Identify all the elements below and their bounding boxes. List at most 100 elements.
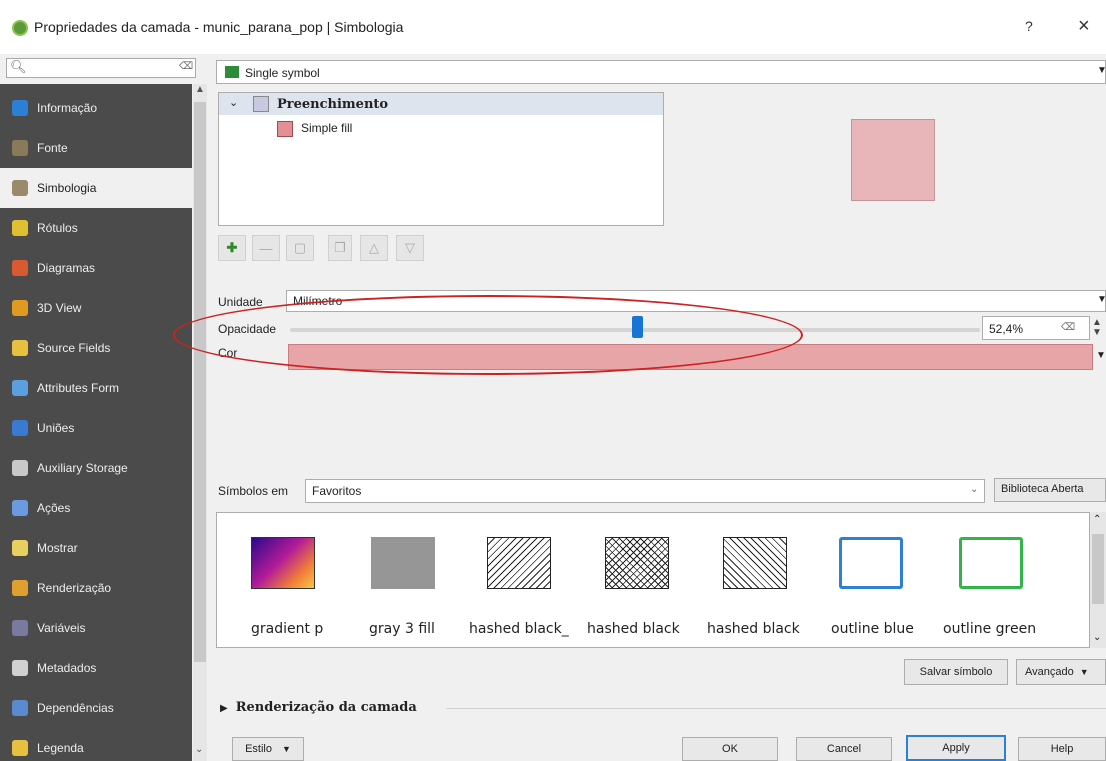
spin-arrows-icon[interactable]: ▲ ▼: [1092, 318, 1102, 338]
duplicate-icon: ❐: [334, 240, 346, 255]
apply-button[interactable]: Apply: [906, 735, 1006, 761]
symbol-swatch-hash-diag[interactable]: [487, 537, 551, 589]
single-symbol-icon: [225, 66, 239, 78]
advanced-button[interactable]: Avançado ▼: [1016, 659, 1106, 685]
sidebar-item-label: Uniões: [37, 421, 75, 435]
close-icon[interactable]: ×: [1078, 15, 1090, 38]
symbol-swatch-gray[interactable]: [371, 537, 435, 589]
scrollbar-thumb[interactable]: [1092, 534, 1104, 604]
sidebar-item-diagram[interactable]: Diagramas: [0, 248, 192, 288]
symbol-gallery: gradient p gray 3 fill hashed black_ hashed…: [216, 512, 1090, 648]
sidebar-item-fields[interactable]: Source Fields: [0, 328, 192, 368]
sidebar-item-label: Renderização: [37, 581, 112, 595]
symbol-swatch-gradient[interactable]: [251, 537, 315, 589]
actions-icon: [12, 500, 28, 516]
help-button[interactable]: Help: [1018, 737, 1106, 761]
open-library-button[interactable]: Biblioteca Aberta: [994, 478, 1106, 502]
clear-icon[interactable]: ⌫: [1061, 322, 1075, 333]
render-icon: [12, 580, 28, 596]
add-layer-button[interactable]: ✚: [218, 235, 246, 261]
scroll-down-icon[interactable]: ⌄: [1093, 632, 1101, 643]
sidebar-item-metadata[interactable]: Metadados: [0, 648, 192, 688]
add-layer-icon: ✚: [226, 240, 238, 255]
scrollbar-thumb[interactable]: [194, 102, 206, 662]
tree-root-row[interactable]: ⌄ Preenchimento: [219, 93, 663, 115]
symbol-swatch-hash-back[interactable]: [723, 537, 787, 589]
scroll-down-icon[interactable]: ⌄: [195, 744, 203, 755]
sidebar-item-label: Diagramas: [37, 261, 96, 275]
style-label: Estilo: [245, 743, 272, 755]
sidebar-item-source[interactable]: Fonte: [0, 128, 192, 168]
symbol-swatch-outline[interactable]: [959, 537, 1023, 589]
help-icon[interactable]: ?: [1025, 18, 1033, 34]
symbol-group-select[interactable]: Favoritos ⌄: [305, 479, 985, 503]
move-down-icon: ▽: [405, 240, 415, 255]
symbol-label: outline blue: [831, 621, 914, 637]
sidebar-item-label: Variáveis: [37, 621, 86, 635]
fields-icon: [12, 340, 28, 356]
lock-layer-button[interactable]: ▢: [286, 235, 314, 261]
search-input[interactable]: 🔍︎ ⌫: [6, 58, 196, 78]
sidebar-item-form[interactable]: Attributes Form: [0, 368, 192, 408]
chevron-down-icon: ⌄: [970, 484, 979, 495]
chevron-down-icon[interactable]: ⌄: [229, 96, 238, 109]
opacity-value: 52,4%: [989, 322, 1024, 336]
section-divider: [446, 708, 1106, 709]
renderer-type-select[interactable]: Single symbol ▼: [216, 60, 1106, 84]
symbol-label: hashed black: [587, 621, 680, 637]
move-up-button[interactable]: △: [360, 235, 388, 261]
symbol-swatch-outline[interactable]: [839, 537, 903, 589]
symbol-preview: [851, 119, 935, 201]
tree-child-label[interactable]: Simple fill: [301, 121, 352, 135]
sidebar-item-cube[interactable]: 3D View: [0, 288, 192, 328]
sidebar-item-label: Simbologia: [37, 181, 97, 195]
cancel-button[interactable]: Cancel: [796, 737, 892, 761]
save-symbol-button[interactable]: Salvar símbolo: [904, 659, 1008, 685]
sidebar-scrollbar[interactable]: ▲ ⌄: [193, 84, 207, 761]
form-icon: [12, 380, 28, 396]
opacity-spinbox[interactable]: 52,4% ⌫: [982, 316, 1090, 340]
scroll-up-icon[interactable]: ▲: [195, 84, 205, 95]
symbol-layer-tree: ⌄ Preenchimento Simple fill: [218, 92, 664, 226]
clear-icon[interactable]: ⌫: [179, 61, 193, 72]
duplicate-layer-button[interactable]: ❐: [328, 235, 352, 261]
sidebar-item-info[interactable]: Informação: [0, 88, 192, 128]
chevron-down-icon: ▼: [1097, 65, 1106, 76]
scroll-up-icon[interactable]: ⌃: [1093, 514, 1101, 525]
sidebar-item-dependencies[interactable]: Dependências: [0, 688, 192, 728]
sidebar-item-labels[interactable]: Rótulos: [0, 208, 192, 248]
symbol-label: gray 3 fill: [369, 621, 435, 637]
sidebar-item-storage[interactable]: Auxiliary Storage: [0, 448, 192, 488]
sidebar-item-label: Ações: [37, 501, 71, 515]
move-up-icon: △: [369, 240, 379, 255]
remove-layer-button[interactable]: —: [252, 235, 280, 261]
sidebar-item-render[interactable]: Renderização: [0, 568, 192, 608]
simple-fill-swatch[interactable]: [277, 121, 293, 137]
symbol-label: hashed black: [707, 621, 800, 637]
style-button[interactable]: Estilo ▼: [232, 737, 304, 761]
gallery-scrollbar[interactable]: ⌃ ⌄: [1090, 512, 1106, 648]
sidebar-item-variables[interactable]: Variáveis: [0, 608, 192, 648]
sidebar-item-label: Auxiliary Storage: [37, 461, 128, 475]
layer-rendering-section[interactable]: ▶ Renderização da camada: [220, 700, 417, 715]
sidebar-item-brush[interactable]: Simbologia: [0, 168, 192, 208]
source-icon: [12, 140, 28, 156]
sidebar-item-display[interactable]: Mostrar: [0, 528, 192, 568]
sidebar-item-legend[interactable]: Legenda: [0, 728, 192, 761]
fill-symbol-swatch: [253, 96, 269, 112]
expand-arrow-icon: ▶: [220, 703, 228, 714]
storage-icon: [12, 460, 28, 476]
move-down-button[interactable]: ▽: [396, 235, 424, 261]
ok-button[interactable]: OK: [682, 737, 778, 761]
legend-icon: [12, 740, 28, 756]
window-title: Propriedades da camada - munic_parana_po…: [34, 19, 404, 35]
symbol-swatch-hash-cross[interactable]: [605, 537, 669, 589]
sidebar-item-join[interactable]: Uniões: [0, 408, 192, 448]
remove-layer-icon: —: [259, 240, 273, 256]
chevron-down-icon: ▼: [1079, 667, 1089, 677]
sidebar-item-label: Metadados: [37, 661, 97, 675]
sidebar-item-actions[interactable]: Ações: [0, 488, 192, 528]
chevron-down-icon[interactable]: ▼: [1096, 350, 1106, 361]
info-icon: [12, 100, 28, 116]
symbol-label: gradient p: [251, 621, 324, 637]
